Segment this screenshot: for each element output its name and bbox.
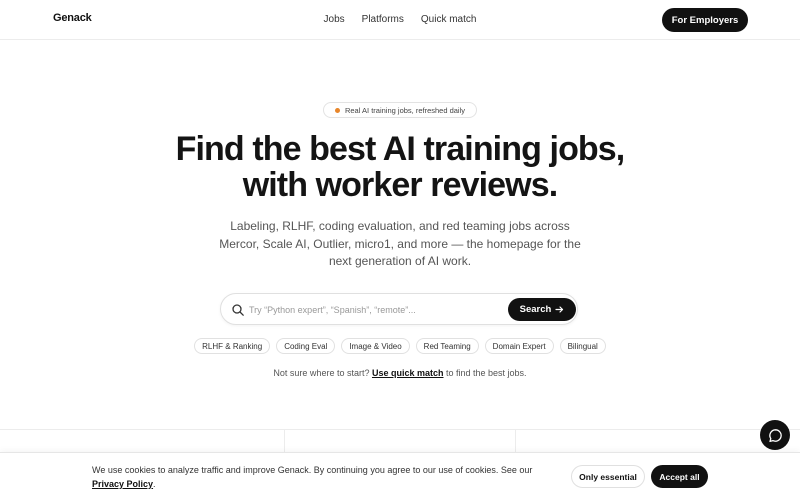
site-header: Genack Jobs Platforms Quick match For Em…	[0, 0, 800, 40]
chip-coding-eval[interactable]: Coding Eval	[276, 338, 336, 354]
accept-all-button[interactable]: Accept all	[651, 465, 708, 488]
page-title: Find the best AI training jobs, with wor…	[0, 131, 800, 203]
section-divider	[0, 429, 800, 430]
hero-description: Labeling, RLHF, coding evaluation, and r…	[219, 219, 581, 268]
chip-domain-expert[interactable]: Domain Expert	[484, 338, 554, 354]
search-input[interactable]	[249, 301, 499, 318]
search-icon	[232, 304, 244, 316]
nav-item-quick-match[interactable]: Quick match	[421, 14, 477, 25]
announcement-pill: Real AI training jobs, refreshed daily	[323, 102, 477, 118]
search-button-label: Search	[519, 304, 552, 315]
hint-suffix: to find the best jobs.	[443, 368, 527, 378]
quick-match-link[interactable]: Use quick match	[372, 368, 444, 378]
privacy-policy-link[interactable]: Privacy Policy	[92, 479, 153, 489]
chat-bubble-icon	[768, 428, 782, 442]
nav-item-jobs[interactable]: Jobs	[324, 14, 345, 25]
for-employers-button[interactable]: For Employers	[662, 8, 748, 32]
chat-button[interactable]	[760, 420, 790, 450]
chip-red-teaming[interactable]: Red Teaming	[415, 338, 479, 354]
search-bar: Search	[220, 293, 578, 325]
status-dot-icon	[334, 107, 340, 113]
cookie-suffix: .	[153, 479, 156, 489]
hint-prefix: Not sure where to start?	[273, 368, 372, 378]
headline-line-2: with worker reviews.	[242, 166, 558, 204]
cookie-banner: We use cookies to analyze traffic and im…	[0, 452, 800, 500]
search-button[interactable]: Search	[508, 298, 576, 321]
only-essential-button[interactable]: Only essential	[571, 465, 645, 488]
cookie-message: We use cookies to analyze traffic and im…	[92, 465, 533, 475]
cookie-text: We use cookies to analyze traffic and im…	[92, 463, 562, 491]
chip-bilingual[interactable]: Bilingual	[559, 338, 606, 354]
headline-line-1: Find the best AI training jobs,	[175, 130, 626, 168]
announcement-text: Real AI training jobs, refreshed daily	[344, 105, 466, 115]
chip-image-video[interactable]: Image & Video	[341, 338, 410, 354]
nav-item-platforms[interactable]: Platforms	[362, 14, 404, 25]
arrow-right-icon	[555, 306, 564, 313]
quick-match-hint: Not sure where to start? Use quick match…	[0, 368, 800, 378]
chip-rlhf-ranking[interactable]: RLHF & Ranking	[194, 338, 271, 354]
category-chips: RLHF & Ranking Coding Eval Image & Video…	[0, 338, 800, 354]
